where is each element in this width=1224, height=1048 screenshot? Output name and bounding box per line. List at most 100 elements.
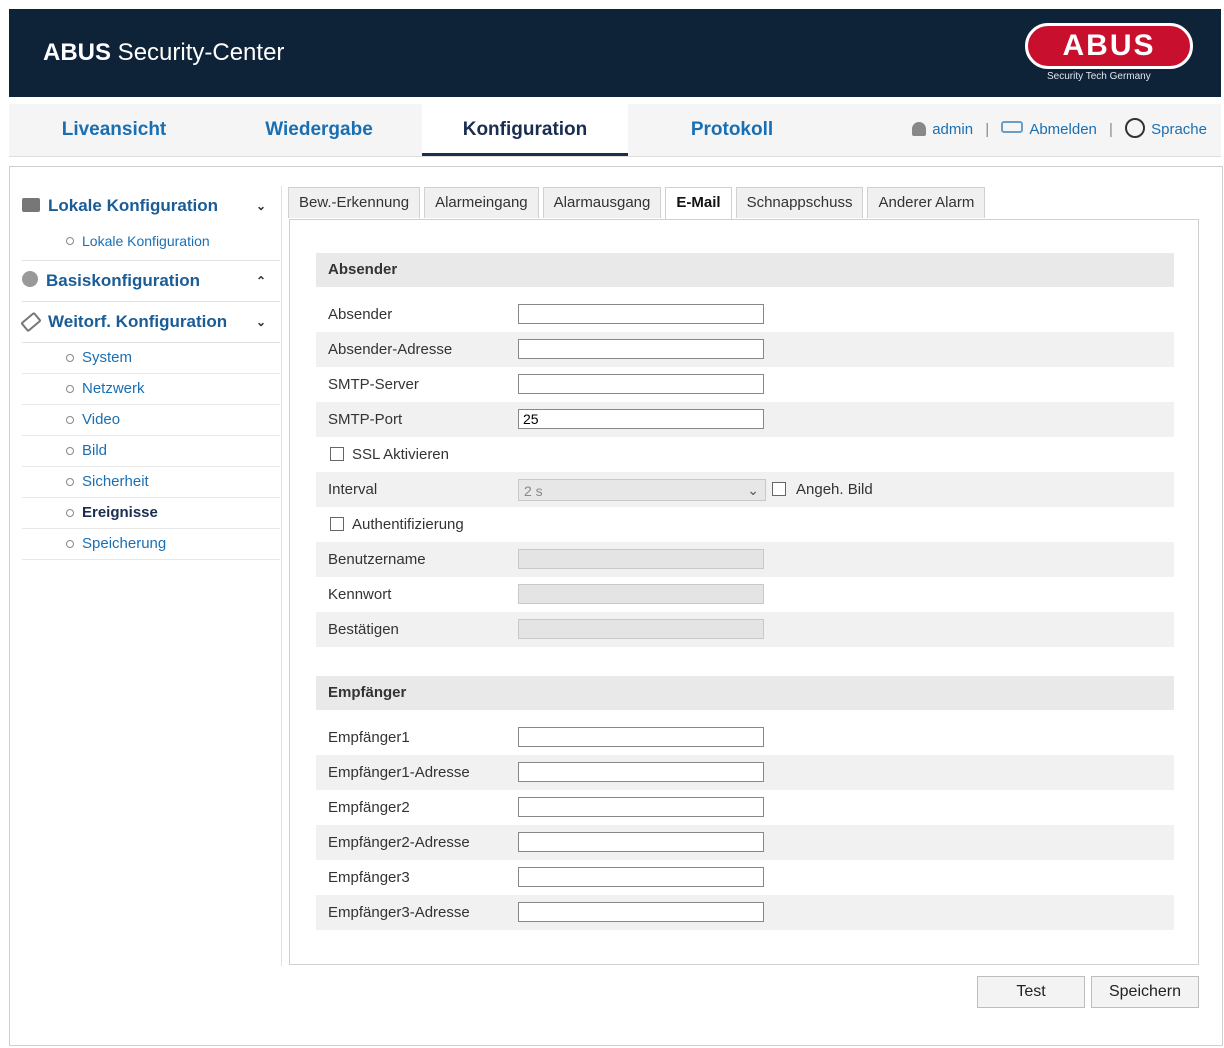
sidebar-item-bild[interactable]: Bild bbox=[22, 436, 280, 467]
logo-text: ABUS bbox=[1025, 23, 1193, 69]
user-link[interactable]: admin bbox=[932, 121, 973, 138]
smtp-server-label: SMTP-Server bbox=[328, 376, 419, 393]
wrench-icon bbox=[20, 311, 42, 333]
sidebar-item-speicherung[interactable]: Speicherung bbox=[22, 529, 280, 560]
chevron-down-icon: ⌄ bbox=[255, 315, 266, 329]
logout-link[interactable]: Abmelden bbox=[1029, 121, 1097, 138]
empfaenger2-adresse-input[interactable] bbox=[518, 832, 764, 852]
interval-row: Interval 2 s ⌄ Angeh. Bild bbox=[316, 472, 1174, 507]
empfaenger3-row: Empfänger3 bbox=[316, 860, 1174, 895]
empfaenger3-adresse-input[interactable] bbox=[518, 902, 764, 922]
abus-logo: ABUS Security Tech Germany bbox=[1025, 23, 1193, 93]
user-icon bbox=[912, 122, 927, 136]
sidebar-section-label: Basiskonfiguration bbox=[46, 271, 200, 290]
sidebar-item-sicherheit[interactable]: Sicherheit bbox=[22, 467, 280, 498]
ssl-label: SSL Aktivieren bbox=[352, 446, 449, 463]
sidebar-divider bbox=[281, 186, 282, 966]
sidebar-section-label: Weitorf. Konfiguration bbox=[48, 312, 228, 331]
sender-section-header: Absender bbox=[316, 253, 1174, 287]
monitor-icon bbox=[22, 198, 40, 212]
language-link[interactable]: Sprache bbox=[1151, 121, 1207, 138]
logo-subtitle: Security Tech Germany bbox=[1047, 71, 1151, 82]
event-tabs: Bew.-Erkennung Alarmeingang Alarmausgang… bbox=[288, 187, 989, 220]
globe-icon bbox=[1125, 118, 1146, 138]
sidebar-item-ereignisse[interactable]: Ereignisse bbox=[22, 498, 280, 529]
sidebar-item-system[interactable]: System bbox=[22, 343, 280, 374]
confirm-label: Bestätigen bbox=[328, 621, 399, 638]
smtp-port-label: SMTP-Port bbox=[328, 411, 403, 428]
password-input[interactable] bbox=[518, 584, 764, 604]
smtp-server-input[interactable] bbox=[518, 374, 764, 394]
tab-e-mail[interactable]: E-Mail bbox=[665, 187, 732, 220]
empfaenger3-input[interactable] bbox=[518, 867, 764, 887]
nav-tab-liveansicht[interactable]: Liveansicht bbox=[39, 104, 189, 156]
test-button[interactable]: Test bbox=[977, 976, 1085, 1008]
absender-label: Absender bbox=[328, 306, 393, 323]
empfaenger2-row: Empfänger2 bbox=[316, 790, 1174, 825]
email-settings-panel: Absender Absender Absender-Adresse SMTP-… bbox=[289, 219, 1199, 965]
ssl-checkbox[interactable] bbox=[330, 447, 344, 461]
empfaenger2-label: Empfänger2 bbox=[328, 799, 410, 816]
interval-select[interactable]: 2 s ⌄ bbox=[518, 479, 766, 501]
attach-image-label: Angeh. Bild bbox=[796, 481, 873, 498]
tab-alarmausgang[interactable]: Alarmausgang bbox=[542, 187, 662, 218]
absender-row: Absender bbox=[316, 297, 1174, 332]
app-title: ABUS Security-Center bbox=[43, 39, 285, 66]
chevron-down-icon: ⌄ bbox=[747, 482, 759, 498]
separator: | bbox=[985, 121, 990, 138]
user-controls: admin | Abmelden | Sprache bbox=[912, 104, 1207, 156]
empfaenger2-adresse-label: Empfänger2-Adresse bbox=[328, 834, 470, 851]
empfaenger2-adresse-row: Empfänger2-Adresse bbox=[316, 825, 1174, 860]
smtp-port-input[interactable] bbox=[518, 409, 764, 429]
tab-bew-erkennung[interactable]: Bew.-Erkennung bbox=[288, 187, 421, 218]
chevron-down-icon: ⌄ bbox=[255, 199, 266, 213]
sidebar-item-video[interactable]: Video bbox=[22, 405, 280, 436]
separator: | bbox=[1109, 121, 1113, 138]
empfaenger2-input[interactable] bbox=[518, 797, 764, 817]
absender-input[interactable] bbox=[518, 304, 764, 324]
confirm-input[interactable] bbox=[518, 619, 764, 639]
sidebar-item-netzwerk[interactable]: Netzwerk bbox=[22, 374, 280, 405]
sidebar-section-local[interactable]: Lokale Konfiguration ⌄ bbox=[22, 186, 280, 226]
nav-tab-protokoll[interactable]: Protokoll bbox=[659, 104, 805, 156]
username-row: Benutzername bbox=[316, 542, 1174, 577]
chevron-up-icon: ⌃ bbox=[255, 274, 266, 288]
tab-alarmeingang[interactable]: Alarmeingang bbox=[424, 187, 539, 218]
password-row: Kennwort bbox=[316, 577, 1174, 612]
nav-tab-konfiguration[interactable]: Konfiguration bbox=[422, 104, 628, 156]
empfaenger1-label: Empfänger1 bbox=[328, 729, 410, 746]
empfaenger3-label: Empfänger3 bbox=[328, 869, 410, 886]
save-button[interactable]: Speichern bbox=[1091, 976, 1199, 1008]
absender-adresse-label: Absender-Adresse bbox=[328, 341, 453, 358]
password-label: Kennwort bbox=[328, 586, 392, 603]
username-input[interactable] bbox=[518, 549, 764, 569]
sidebar-section-label: Lokale Konfiguration bbox=[48, 196, 218, 215]
empfaenger1-row: Empfänger1 bbox=[316, 720, 1174, 755]
auth-label: Authentifizierung bbox=[352, 516, 464, 533]
empfaenger1-adresse-row: Empfänger1-Adresse bbox=[316, 755, 1174, 790]
ssl-row: SSL Aktivieren bbox=[316, 437, 1174, 472]
gear-icon bbox=[22, 271, 38, 287]
empfaenger1-adresse-input[interactable] bbox=[518, 762, 764, 782]
sidebar-item-lokale-konfiguration[interactable]: Lokale Konfiguration bbox=[22, 226, 280, 256]
empfaenger3-adresse-row: Empfänger3-Adresse bbox=[316, 895, 1174, 930]
empfaenger3-adresse-label: Empfänger3-Adresse bbox=[328, 904, 470, 921]
empfaenger1-input[interactable] bbox=[518, 727, 764, 747]
tab-schnappschuss[interactable]: Schnappschuss bbox=[735, 187, 864, 218]
sidebar-section-basic[interactable]: Basiskonfiguration ⌃ bbox=[22, 260, 280, 302]
sidebar: Lokale Konfiguration ⌄ Lokale Konfigurati… bbox=[20, 186, 280, 560]
absender-adresse-row: Absender-Adresse bbox=[316, 332, 1174, 367]
auth-row: Authentifizierung bbox=[316, 507, 1174, 542]
sidebar-section-advanced[interactable]: Weitorf. Konfiguration ⌄ bbox=[20, 302, 280, 343]
attach-image-checkbox[interactable] bbox=[772, 482, 786, 496]
receiver-section-header: Empfänger bbox=[316, 676, 1174, 710]
absender-adresse-input[interactable] bbox=[518, 339, 764, 359]
tab-anderer-alarm[interactable]: Anderer Alarm bbox=[867, 187, 986, 218]
username-label: Benutzername bbox=[328, 551, 426, 568]
auth-checkbox[interactable] bbox=[330, 517, 344, 531]
interval-selected-value: 2 s bbox=[524, 483, 543, 499]
nav-tab-wiedergabe[interactable]: Wiedergabe bbox=[239, 104, 399, 156]
smtp-server-row: SMTP-Server bbox=[316, 367, 1174, 402]
empfaenger1-adresse-label: Empfänger1-Adresse bbox=[328, 764, 470, 781]
smtp-port-row: SMTP-Port bbox=[316, 402, 1174, 437]
